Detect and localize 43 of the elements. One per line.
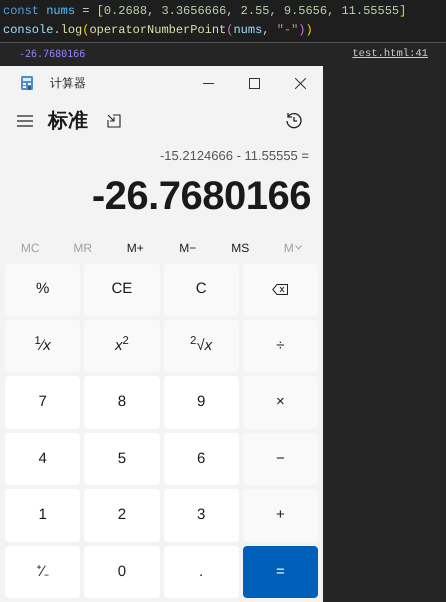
menu-icon — [17, 115, 33, 127]
source-link[interactable]: test.html:41 — [352, 46, 428, 62]
calculator-key[interactable]: 5 — [84, 432, 160, 486]
calculator-key[interactable]: $^{2}$√x — [164, 320, 239, 372]
console-output: -26.7680166 — [19, 48, 86, 62]
result-display: -26.7680166 — [90, 172, 312, 220]
code-line: const nums = [0.2688, 3.3656666, 2.55, 9.5656, 11.55555] — [2, 3, 408, 20]
memory-button[interactable]: M− — [162, 238, 214, 256]
calculator-key[interactable]: 3 — [164, 489, 239, 542]
calculator-key[interactable]: 0 — [84, 546, 160, 598]
calculator-key[interactable]: = — [242, 546, 318, 598]
backspace-icon — [272, 284, 288, 296]
calculator-key[interactable]: % — [5, 264, 80, 316]
calculator-key[interactable]: CE — [84, 264, 160, 316]
calculator-key[interactable]: 7 — [5, 376, 80, 429]
memory-button[interactable]: M+ — [109, 238, 162, 256]
calculator-key[interactable]: x$^{2}$ — [84, 320, 160, 372]
mode-title: 标准 — [48, 109, 88, 134]
minimize-icon — [202, 82, 214, 84]
calculator-key[interactable]: 4 — [5, 432, 80, 486]
calculator-key[interactable]: 1 — [5, 489, 80, 542]
calculator-key[interactable]: + — [242, 489, 318, 542]
calculator-key[interactable]: $^{1}$⁄x — [5, 320, 80, 372]
calculator-key[interactable]: 8 — [84, 376, 160, 429]
calculator-key[interactable]: − — [242, 432, 318, 486]
expression-text: -15.2124666 - 11.55555 = — [158, 147, 310, 165]
memory-button[interactable]: MS — [214, 238, 266, 256]
calculator-key[interactable]: C — [164, 264, 239, 316]
code-line: console.log(operatorNumberPoint(nums, "-")) — [2, 22, 314, 39]
window-title: 计算器 — [50, 75, 86, 92]
keep-on-top-icon — [107, 114, 121, 128]
maximize-icon — [248, 78, 260, 88]
calculator-key[interactable]: ÷ — [242, 320, 318, 372]
calculator-key[interactable]: 2 — [84, 489, 160, 542]
calculator-key[interactable]: 6 — [164, 432, 239, 486]
calculator-key[interactable]: × — [242, 376, 318, 429]
calculator-icon — [21, 76, 33, 90]
calculator-key[interactable]: ⁺⁄₋ — [5, 546, 80, 598]
close-icon — [294, 78, 306, 88]
calculator-key[interactable]: 9 — [164, 376, 239, 429]
caret-icon — [294, 245, 302, 250]
history-icon — [285, 112, 303, 130]
calculator-key[interactable]: . — [164, 546, 239, 598]
